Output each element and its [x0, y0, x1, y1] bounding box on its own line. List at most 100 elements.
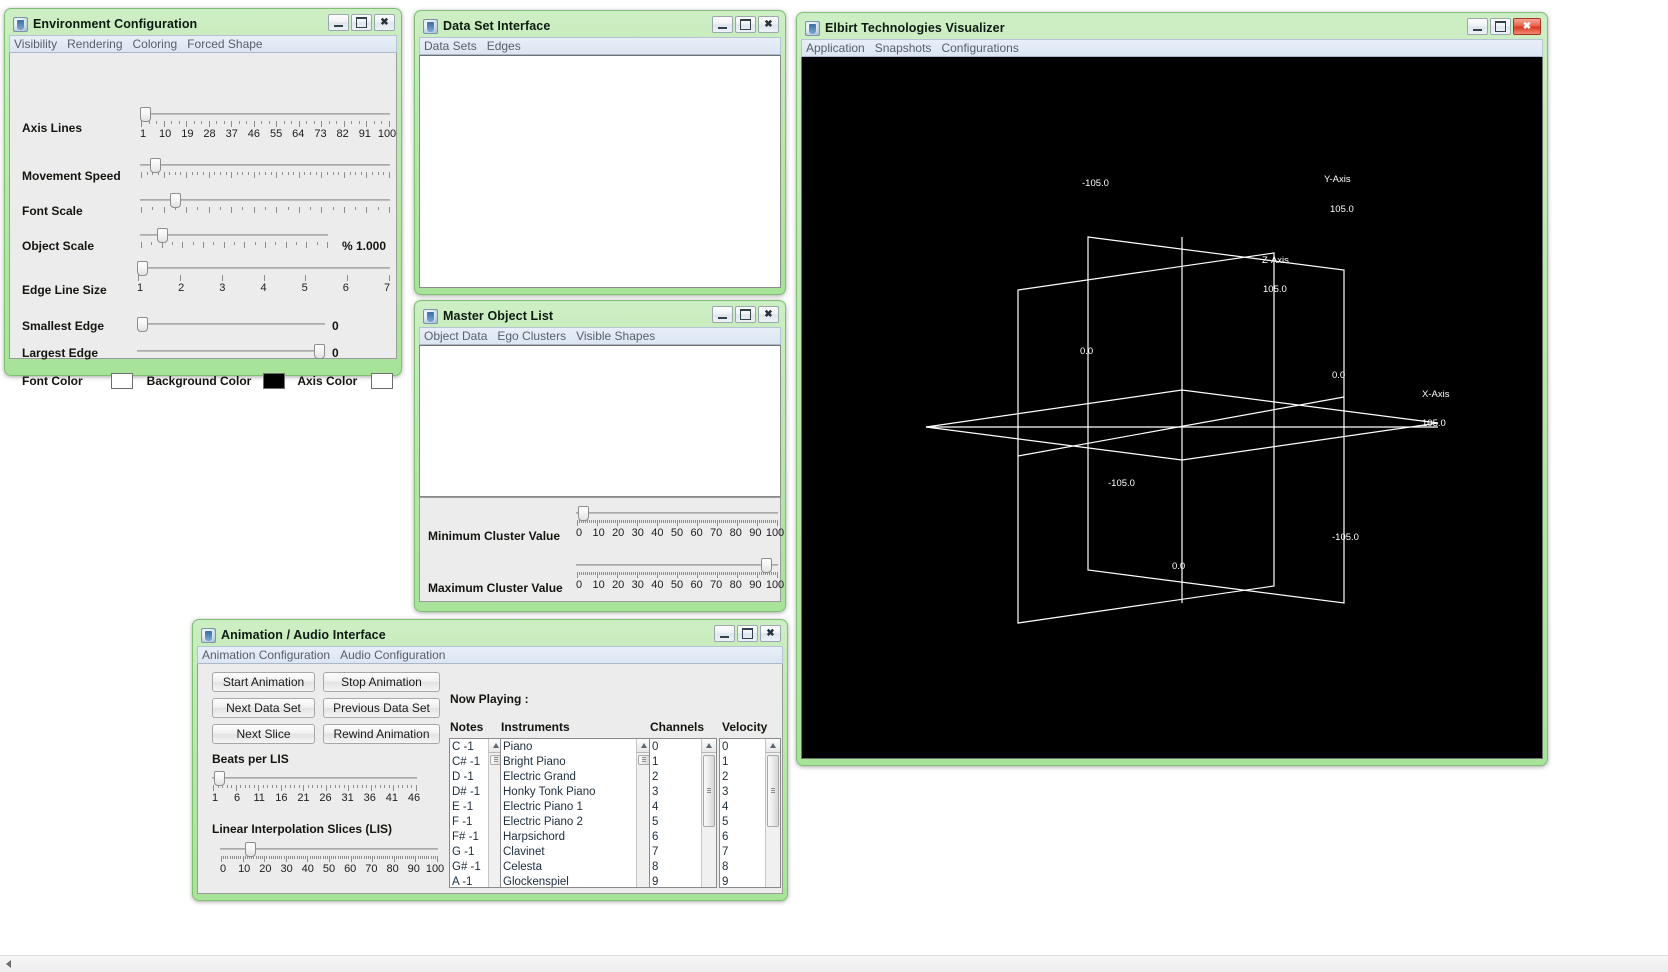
notes-list-items[interactable]: C -1 C# -1 D -1 D# -1 E -1 F -1 F# -1 G -1 G# -1… [450, 739, 488, 887]
axis-color-swatch[interactable] [371, 373, 394, 389]
movement-speed-slider-knob[interactable] [150, 158, 161, 173]
largest-edge-slider[interactable] [137, 344, 325, 359]
font-color-swatch[interactable] [110, 373, 133, 389]
minimize-button[interactable] [714, 625, 735, 642]
object-scale-slider[interactable] [140, 228, 328, 243]
list-item[interactable]: 9 [722, 875, 765, 887]
list-item[interactable]: 4 [652, 800, 701, 815]
menu-animation-configuration[interactable]: Animation Configuration [202, 648, 330, 662]
menu-rendering[interactable]: Rendering [67, 37, 122, 51]
movement-speed-slider[interactable] [140, 158, 390, 173]
menubar-animation-audio-interface[interactable]: Animation Configuration Audio Configurat… [197, 646, 783, 664]
notes-list[interactable]: C -1 C# -1 D -1 D# -1 E -1 F -1 F# -1 G -1 G# -1… [449, 738, 504, 888]
minimize-button[interactable] [1467, 18, 1488, 35]
list-item[interactable]: G -1 [452, 845, 488, 860]
instruments-list-items[interactable]: Piano Bright Piano Electric Grand Honky Ton… [501, 739, 636, 887]
list-item[interactable]: 5 [722, 815, 765, 830]
maximize-button[interactable] [351, 14, 372, 31]
velocity-scroll-thumb[interactable] [767, 755, 779, 827]
channels-list-scrollbar[interactable] [701, 739, 716, 887]
maximum-cluster-value-slider[interactable] [576, 558, 778, 573]
linear-interpolation-slices-slider[interactable] [220, 842, 438, 857]
list-item[interactable]: 6 [652, 830, 701, 845]
close-button[interactable]: ✖ [1513, 18, 1541, 35]
titlebar-data-set-interface[interactable]: Data Set Interface ✖ [419, 15, 781, 37]
menu-coloring[interactable]: Coloring [133, 37, 178, 51]
minimum-cluster-value-slider[interactable] [576, 506, 778, 521]
window-controls[interactable]: ✖ [712, 306, 779, 323]
channels-list-items[interactable]: 0123456789 [650, 739, 701, 887]
window-controls[interactable]: ✖ [712, 16, 779, 33]
scroll-up-icon[interactable] [766, 739, 780, 753]
list-item[interactable]: 0 [652, 740, 701, 755]
menubar-master-object-list[interactable]: Object Data Ego Clusters Visible Shapes [419, 327, 781, 345]
velocity-list[interactable]: 0123456789 [719, 738, 781, 888]
list-item[interactable]: Clavinet [503, 845, 636, 860]
list-item[interactable]: 2 [652, 770, 701, 785]
rewind-animation-button[interactable]: Rewind Animation [323, 724, 440, 744]
list-item[interactable]: 4 [722, 800, 765, 815]
window-master-object-list[interactable]: Master Object List ✖ Object Data Ego Clu… [414, 300, 786, 612]
menubar-visualizer[interactable]: Application Snapshots Configurations [801, 39, 1543, 57]
smallest-edge-slider-knob[interactable] [137, 317, 148, 332]
list-item[interactable]: 1 [652, 755, 701, 770]
menu-visibility[interactable]: Visibility [14, 37, 57, 51]
menu-visible-shapes[interactable]: Visible Shapes [576, 329, 655, 343]
beats-per-lis-slider-knob[interactable] [214, 771, 225, 786]
list-item[interactable]: Glockenspiel [503, 875, 636, 887]
list-item[interactable]: F# -1 [452, 830, 488, 845]
list-item[interactable]: Piano [503, 740, 636, 755]
menu-data-sets[interactable]: Data Sets [424, 39, 477, 53]
list-item[interactable]: Bright Piano [503, 755, 636, 770]
window-environment-configuration[interactable]: Environment Configuration ✖ Visibility R… [4, 8, 402, 389]
minimize-button[interactable] [712, 306, 733, 323]
scroll-left-icon[interactable] [0, 956, 17, 972]
minimize-button[interactable] [712, 16, 733, 33]
titlebar-animation-audio-interface[interactable]: Animation / Audio Interface ✖ [197, 624, 783, 646]
window-controls[interactable]: ✖ [1467, 18, 1541, 35]
background-color-swatch[interactable] [263, 373, 286, 389]
menu-snapshots[interactable]: Snapshots [875, 41, 932, 55]
menu-configurations[interactable]: Configurations [941, 41, 1018, 55]
axis-lines-slider[interactable] [140, 107, 390, 122]
list-item[interactable]: Honky Tonk Piano [503, 785, 636, 800]
channels-list[interactable]: 0123456789 [649, 738, 717, 888]
list-item[interactable]: 2 [722, 770, 765, 785]
largest-edge-slider-knob[interactable] [314, 344, 325, 359]
list-item[interactable]: 1 [722, 755, 765, 770]
list-item[interactable]: Celesta [503, 860, 636, 875]
edge-line-size-slider-knob[interactable] [137, 261, 148, 276]
list-item[interactable]: 3 [652, 785, 701, 800]
list-item[interactable]: C# -1 [452, 755, 488, 770]
titlebar-visualizer[interactable]: Elbirt Technologies Visualizer ✖ [801, 17, 1543, 39]
menu-object-data[interactable]: Object Data [424, 329, 487, 343]
next-data-set-button[interactable]: Next Data Set [212, 698, 315, 718]
window-animation-audio-interface[interactable]: Animation / Audio Interface ✖ Animation … [192, 619, 788, 901]
list-item[interactable]: D -1 [452, 770, 488, 785]
beats-per-lis-slider[interactable] [212, 771, 417, 786]
close-button[interactable]: ✖ [758, 16, 779, 33]
stop-animation-button[interactable]: Stop Animation [323, 672, 440, 692]
menubar-data-set-interface[interactable]: Data Sets Edges [419, 37, 781, 55]
velocity-list-items[interactable]: 0123456789 [720, 739, 765, 887]
menu-forced-shape[interactable]: Forced Shape [187, 37, 262, 51]
velocity-list-scrollbar[interactable] [765, 739, 780, 887]
menu-audio-configuration[interactable]: Audio Configuration [340, 648, 445, 662]
list-item[interactable]: 0 [722, 740, 765, 755]
start-animation-button[interactable]: Start Animation [212, 672, 315, 692]
instruments-list[interactable]: Piano Bright Piano Electric Grand Honky Ton… [500, 738, 652, 888]
list-item[interactable]: 7 [652, 845, 701, 860]
minimize-button[interactable] [328, 14, 349, 31]
maximize-button[interactable] [737, 625, 758, 642]
font-scale-slider-knob[interactable] [170, 193, 181, 208]
visualizer-3d-canvas[interactable]: -105.0 Y-Axis 105.0 Z-Axis 105.0 0.0 0.0 X-Axis… [801, 57, 1543, 759]
list-item[interactable]: A -1 [452, 875, 488, 887]
list-item[interactable]: Electric Grand [503, 770, 636, 785]
maximize-button[interactable] [735, 306, 756, 323]
object-scale-slider-knob[interactable] [157, 228, 168, 243]
list-item[interactable]: 8 [652, 860, 701, 875]
master-object-list-content-pane[interactable] [419, 345, 781, 497]
menubar-environment-configuration[interactable]: Visibility Rendering Coloring Forced Sha… [9, 35, 397, 53]
list-item[interactable]: C -1 [452, 740, 488, 755]
close-button[interactable]: ✖ [758, 306, 779, 323]
